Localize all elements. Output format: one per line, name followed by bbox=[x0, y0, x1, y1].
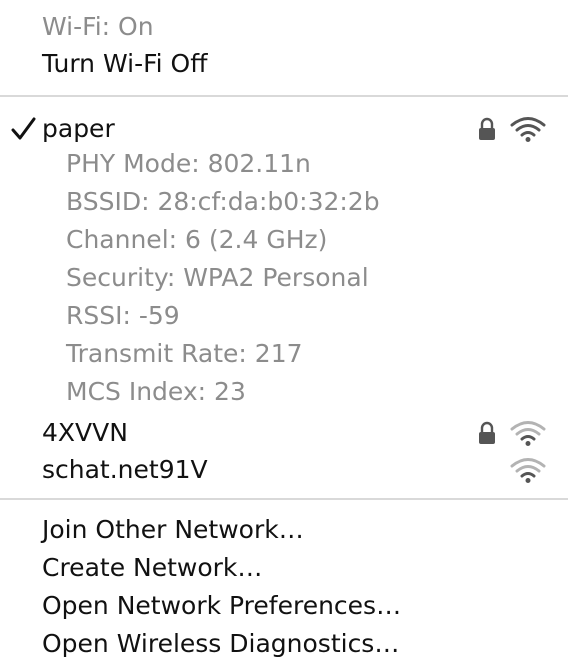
open-wireless-diagnostics-item[interactable]: Open Wireless Diagnostics… bbox=[0, 625, 570, 663]
network-item-4xvvn[interactable]: 4XVVN bbox=[0, 414, 570, 452]
wifi-status-row: Wi-Fi: On bbox=[0, 8, 570, 46]
menu-item-label: Open Wireless Diagnostics… bbox=[42, 629, 400, 658]
detail-transmit-rate: Transmit Rate: 217 bbox=[0, 335, 570, 373]
detail-text: PHY Mode: 802.11n bbox=[66, 149, 311, 178]
detail-bssid: BSSID: 28:cf:da:b0:32:2b bbox=[0, 183, 570, 221]
detail-phy-mode: PHY Mode: 802.11n bbox=[0, 145, 570, 183]
create-network-item[interactable]: Create Network… bbox=[0, 549, 570, 587]
detail-rssi: RSSI: -59 bbox=[0, 297, 570, 335]
lock-icon bbox=[479, 117, 495, 140]
detail-text: Channel: 6 (2.4 GHz) bbox=[66, 225, 328, 254]
detail-channel: Channel: 6 (2.4 GHz) bbox=[0, 221, 570, 259]
detail-mcs-index: MCS Index: 23 bbox=[0, 373, 570, 411]
wifi-status-label: Wi-Fi: On bbox=[42, 12, 154, 41]
separator bbox=[0, 95, 568, 97]
detail-security: Security: WPA2 Personal bbox=[0, 259, 570, 297]
network-item-schat-net91v[interactable]: schat.net91V bbox=[0, 451, 570, 489]
detail-text: RSSI: -59 bbox=[66, 301, 180, 330]
detail-text: Transmit Rate: 217 bbox=[66, 339, 303, 368]
menu-item-label: Create Network… bbox=[42, 553, 263, 582]
wifi-signal-icon bbox=[510, 458, 546, 483]
open-network-preferences-item[interactable]: Open Network Preferences… bbox=[0, 587, 570, 625]
checkmark-icon bbox=[11, 117, 36, 140]
menu-item-label: Join Other Network… bbox=[42, 515, 304, 544]
menu-item-label: Open Network Preferences… bbox=[42, 591, 402, 620]
detail-text: MCS Index: 23 bbox=[66, 377, 246, 406]
network-name: paper bbox=[42, 114, 115, 143]
wifi-menu: Wi-Fi: On Turn Wi-Fi Off paper PHY Mode:… bbox=[0, 0, 570, 672]
turn-wifi-off-label: Turn Wi-Fi Off bbox=[42, 49, 208, 78]
lock-icon bbox=[479, 421, 495, 444]
join-other-network-item[interactable]: Join Other Network… bbox=[0, 511, 570, 549]
turn-wifi-off-item[interactable]: Turn Wi-Fi Off bbox=[0, 45, 570, 83]
network-item-paper[interactable]: paper bbox=[0, 110, 570, 148]
wifi-signal-icon bbox=[510, 117, 546, 142]
detail-text: Security: WPA2 Personal bbox=[66, 263, 369, 292]
network-name: schat.net91V bbox=[42, 455, 208, 484]
wifi-signal-icon bbox=[510, 421, 546, 446]
separator bbox=[0, 498, 568, 500]
detail-text: BSSID: 28:cf:da:b0:32:2b bbox=[66, 187, 380, 216]
network-name: 4XVVN bbox=[42, 418, 128, 447]
